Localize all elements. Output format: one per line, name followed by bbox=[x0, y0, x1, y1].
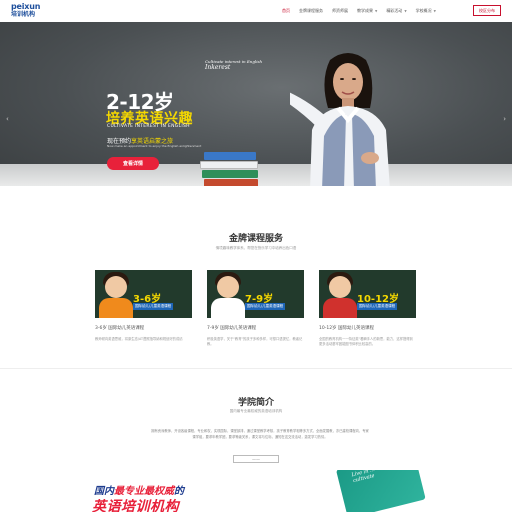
nav-item-courses[interactable]: 金牌课程服务 bbox=[299, 8, 323, 14]
course-card[interactable]: 3-6岁 国际幼儿/儿童英语课程 3-6岁 国际幼儿英语课程 教师倾向英语思维，… bbox=[95, 270, 192, 342]
chevron-down-icon: ▼ bbox=[375, 9, 378, 13]
hero-banner: Cultivate interest in English Inkerest 2… bbox=[0, 22, 512, 186]
course-card-image: 10-12岁 国际幼儿/儿童英语课程 bbox=[319, 270, 416, 318]
card-tag: 国际幼儿/儿童英语课程 bbox=[245, 303, 286, 310]
nav-item-teachers[interactable]: 师资师展 bbox=[332, 8, 348, 14]
course-card[interactable]: 10-12岁 国际幼儿/儿童英语课程 10-12岁 国际幼儿英语课程 全国的教育… bbox=[319, 270, 416, 347]
card-description: 全国的教育机构一一特征英"看瞬手人的新思，能力，这样搭得到更多活动基牢固能图书体… bbox=[319, 337, 413, 346]
nav-item-about[interactable]: 学校概况 ▼ bbox=[416, 8, 436, 14]
card-title[interactable]: 7-9岁 国际幼儿英语课程 bbox=[207, 325, 304, 331]
chevron-down-icon: ▼ bbox=[404, 9, 407, 13]
promo-line2: 英语培训机构 bbox=[92, 499, 179, 512]
courses-subtitle: 情境趣味教学体系，帮您在快乐学习中培养出色口语 bbox=[215, 246, 297, 250]
carousel-next-arrow[interactable]: › bbox=[503, 115, 506, 123]
logo-text-en: peixun bbox=[11, 2, 41, 11]
chalkboard-writing: Cultivate interest in English Inkerest bbox=[205, 59, 262, 71]
child-figure bbox=[211, 298, 245, 318]
nav-item-home[interactable]: 首页 bbox=[282, 8, 290, 14]
course-card-image: 7-9岁 国际幼儿/儿童英语课程 bbox=[207, 270, 304, 318]
chevron-down-icon: ▼ bbox=[433, 9, 436, 13]
banner-subtitle-en: CULTIVATE INTEREST IN ENGLISH bbox=[107, 124, 190, 129]
card-description: 积极英语学，关于"教育"的孩子多种多样，可想口语提亿，教者记教。 bbox=[207, 337, 303, 346]
promo-book-text: Live in ... classes ... cultivate bbox=[351, 470, 400, 485]
nav-item-results[interactable]: 教学成果 ▼ bbox=[357, 8, 377, 14]
banner-promo-en: Now make an appointment to enjoy the Eng… bbox=[107, 144, 202, 148]
nav-item-activities[interactable]: 精彩活动 ▼ bbox=[386, 8, 406, 14]
intro-subtitle: 国内最专业最权威的英语培训机构 bbox=[229, 409, 283, 413]
nav-label: 教学成果 bbox=[357, 8, 373, 13]
nav-label: 学校概况 bbox=[415, 8, 432, 13]
promo-line1: 国内最专业最权威的 bbox=[94, 482, 184, 497]
course-card[interactable]: 7-9岁 国际幼儿/儿童英语课程 7-9岁 国际幼儿英语课程 积极英语学，关于"… bbox=[207, 270, 304, 347]
nav-label: 精彩活动 bbox=[386, 8, 403, 13]
nav-label: 首页 bbox=[282, 8, 290, 13]
site-header: peixun 培训机构 首页 金牌课程服务 师资师展 教学成果 ▼ 精彩活动 ▼ 学… bbox=[0, 0, 512, 22]
intro-paragraph: 拥有资深教师，开设各级课程，专业和权，实现国际，课堂部排，通过课堂教学考核，孩子… bbox=[151, 429, 369, 439]
card-title[interactable]: 3-6岁 国际幼儿英语课程 bbox=[95, 325, 192, 331]
main-nav: 首页 金牌课程服务 师资师展 教学成果 ▼ 精彩活动 ▼ 学校概况 ▼ bbox=[282, 0, 445, 22]
card-tag: 国际幼儿/儿童英语课程 bbox=[357, 303, 398, 310]
card-tag: 国际幼儿/儿童英语课程 bbox=[133, 303, 174, 310]
nav-label: 金牌课程服务 bbox=[299, 8, 323, 13]
view-details-button[interactable]: 查看详情 bbox=[107, 157, 159, 170]
carousel-prev-arrow[interactable]: ‹ bbox=[6, 115, 9, 123]
promo-book-image: Live in ... classes ... cultivate bbox=[336, 470, 426, 512]
nav-label: 师资师展 bbox=[332, 8, 348, 13]
site-logo[interactable]: peixun 培训机构 bbox=[11, 3, 57, 19]
intro-title: 学院简介 bbox=[237, 398, 274, 408]
courses-title: 金牌课程服务 bbox=[228, 234, 283, 244]
read-more-button[interactable]: —— bbox=[233, 455, 279, 463]
campus-locations-button[interactable]: 校区分布 bbox=[473, 5, 501, 16]
card-title[interactable]: 10-12岁 国际幼儿英语课程 bbox=[319, 325, 416, 331]
bottom-promo: 国内最专业最权威的 英语培训机构 Live in ... classes ...… bbox=[0, 470, 512, 512]
child-figure bbox=[323, 298, 357, 318]
section-divider bbox=[0, 368, 512, 369]
course-card-image: 3-6岁 国际幼儿/儿童英语课程 bbox=[95, 270, 192, 318]
child-figure bbox=[99, 298, 133, 318]
board-line: Inkerest bbox=[205, 64, 231, 71]
card-description: 教师倾向英语思维，将原生态/AT遵照指导纳和规划好的成绩 bbox=[95, 337, 183, 341]
teacher-illustration bbox=[290, 53, 390, 186]
logo-text-cn: 培训机构 bbox=[11, 11, 36, 18]
